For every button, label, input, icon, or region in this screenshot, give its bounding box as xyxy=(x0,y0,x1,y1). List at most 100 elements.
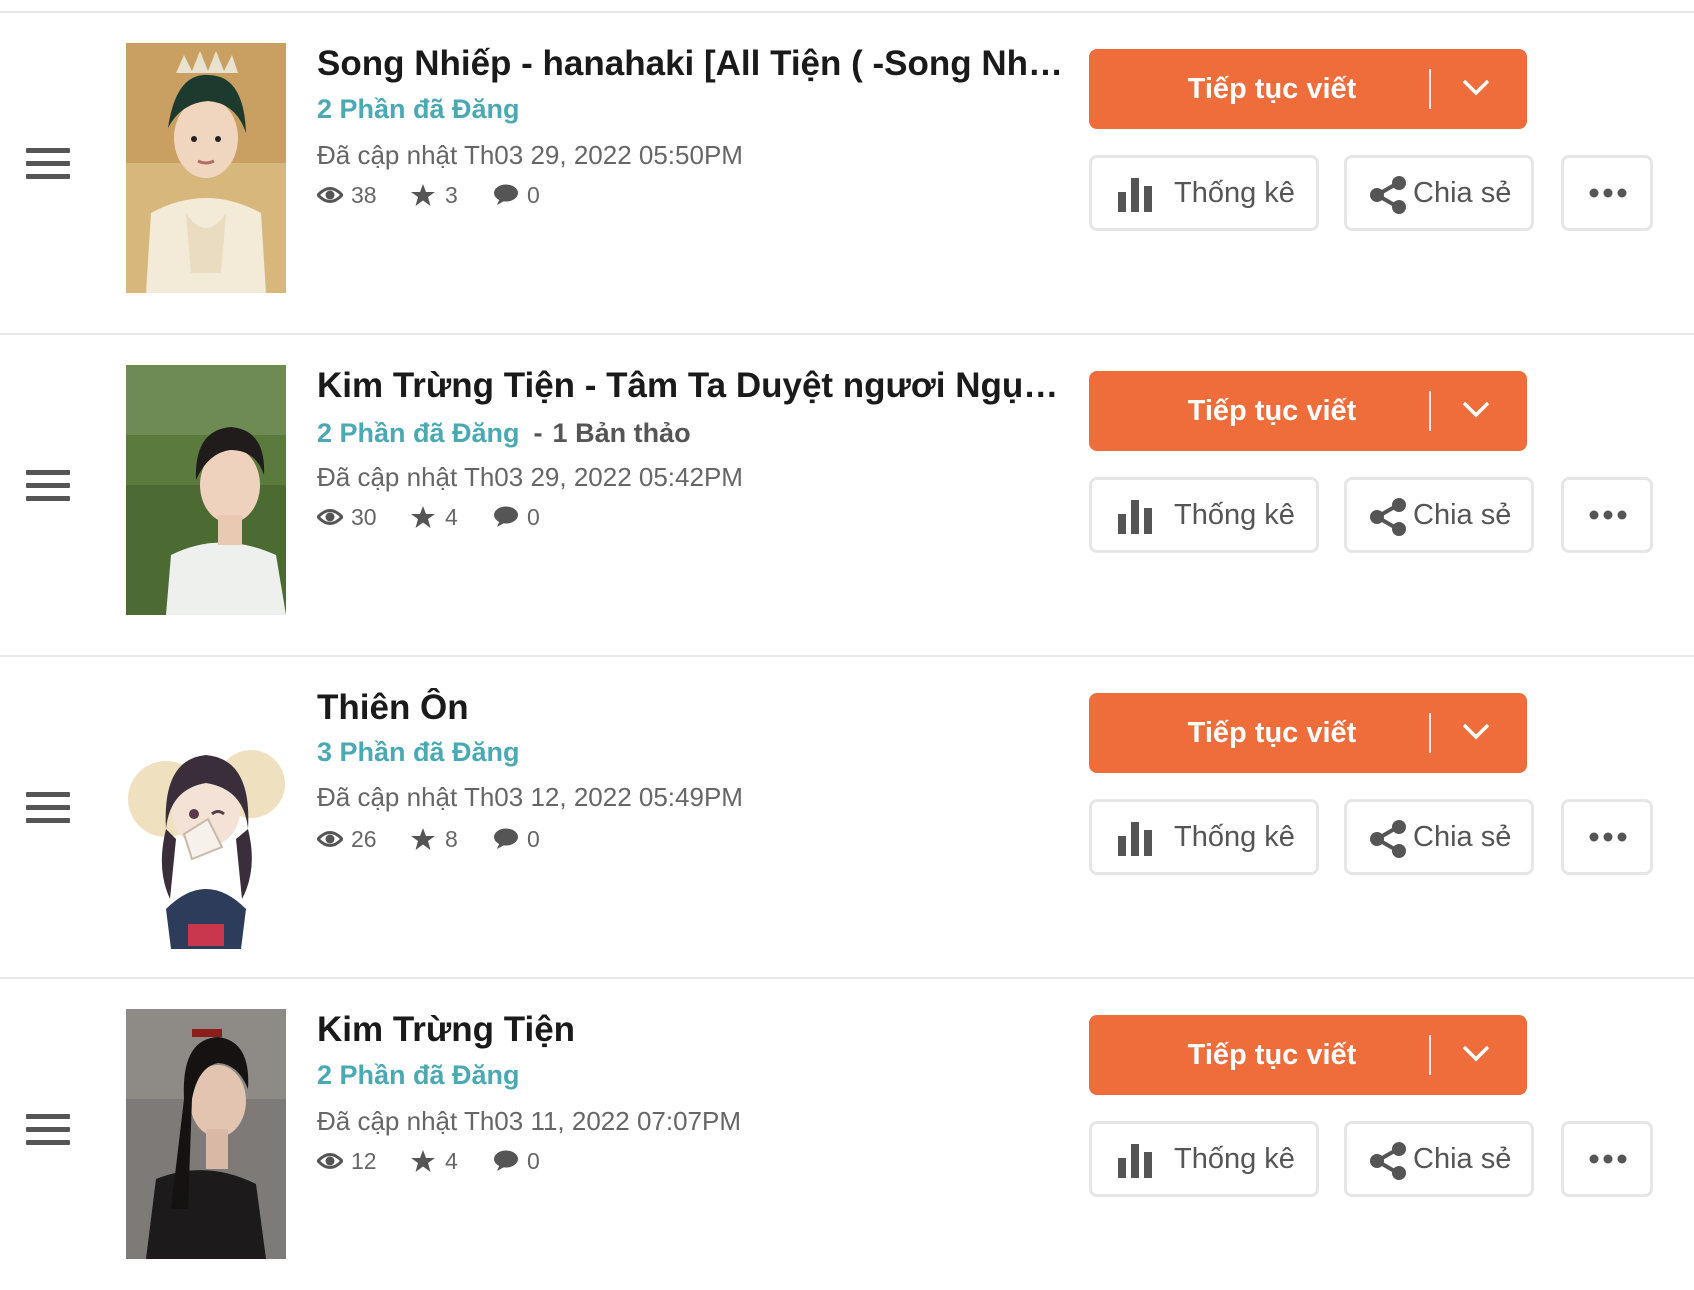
share-button[interactable]: Chia sẻ xyxy=(1344,155,1534,231)
hamburger-icon[interactable] xyxy=(26,148,70,184)
eye-icon xyxy=(317,1153,343,1169)
published-parts-link[interactable]: 3 Phần đã Đăng xyxy=(317,737,520,767)
parts-line: 2 Phần đã Đăng -1 Bản thảo xyxy=(317,418,691,449)
story-title[interactable]: Thiên Ôn xyxy=(317,688,1072,728)
bar-chart-icon xyxy=(1118,178,1152,212)
votes-count: 4 xyxy=(445,1148,458,1174)
share-button[interactable]: Chia sẻ xyxy=(1344,1121,1534,1197)
parts-line: 2 Phần đã Đăng xyxy=(317,94,520,125)
continue-writing-button[interactable]: Tiếp tục viết xyxy=(1089,49,1527,129)
share-button[interactable]: Chia sẻ xyxy=(1344,477,1534,553)
views-count: 26 xyxy=(351,826,377,852)
share-label: Chia sẻ xyxy=(1413,821,1512,853)
stats-button[interactable]: Thống kê xyxy=(1089,799,1319,875)
comment-icon xyxy=(494,828,518,849)
star-icon xyxy=(411,184,435,206)
bar-chart-icon xyxy=(1118,822,1152,856)
ellipsis-icon xyxy=(1589,832,1627,842)
stats-label: Thống kê xyxy=(1174,499,1295,531)
drafts-link[interactable]: 1 Bản thảo xyxy=(553,418,691,448)
story-cover[interactable] xyxy=(126,43,286,293)
star-icon xyxy=(411,506,435,528)
chevron-down-icon[interactable] xyxy=(1461,399,1491,419)
updated-date: Đã cập nhật Th03 11, 2022 07:07PM xyxy=(317,1106,742,1136)
story-row: Thiên Ôn 3 Phần đã Đăng Đã cập nhật Th03… xyxy=(0,657,1694,979)
continue-writing-button[interactable]: Tiếp tục viết xyxy=(1089,693,1527,773)
bar-chart-icon xyxy=(1118,500,1152,534)
continue-writing-label: Tiếp tục viết xyxy=(1187,1039,1357,1071)
story-row: Kim Trừng Tiện 2 Phần đã Đăng Đã cập nhậ… xyxy=(0,979,1694,1290)
published-parts-link[interactable]: 2 Phần đã Đăng xyxy=(317,1060,520,1090)
votes-count: 8 xyxy=(445,826,458,852)
divider xyxy=(1429,69,1431,109)
comments-count: 0 xyxy=(527,1148,540,1174)
stats-button[interactable]: Thống kê xyxy=(1089,477,1319,553)
hamburger-icon[interactable] xyxy=(26,470,70,506)
published-parts-link[interactable]: 2 Phần đã Đăng xyxy=(317,418,520,448)
star-icon xyxy=(411,1150,435,1172)
eye-icon xyxy=(317,187,343,203)
more-options-button[interactable] xyxy=(1561,477,1653,553)
ellipsis-icon xyxy=(1589,510,1627,520)
comment-icon xyxy=(494,1150,518,1171)
share-icon xyxy=(1370,176,1406,214)
ellipsis-icon xyxy=(1589,188,1627,198)
share-button[interactable]: Chia sẻ xyxy=(1344,799,1534,875)
divider xyxy=(1429,713,1431,753)
bar-chart-icon xyxy=(1118,1144,1152,1178)
continue-writing-label: Tiếp tục viết xyxy=(1187,717,1357,749)
share-label: Chia sẻ xyxy=(1413,1143,1512,1175)
share-icon xyxy=(1370,498,1406,536)
story-title[interactable]: Kim Trừng Tiện xyxy=(317,1010,1072,1050)
more-options-button[interactable] xyxy=(1561,155,1653,231)
story-cover[interactable] xyxy=(126,365,286,615)
more-options-button[interactable] xyxy=(1561,799,1653,875)
published-parts-link[interactable]: 2 Phần đã Đăng xyxy=(317,94,520,124)
stats-label: Thống kê xyxy=(1174,821,1295,853)
comment-icon xyxy=(494,506,518,527)
continue-writing-button[interactable]: Tiếp tục viết xyxy=(1089,371,1527,451)
story-cover[interactable] xyxy=(126,719,286,969)
story-title[interactable]: Kim Trừng Tiện - Tâm Ta Duyệt ngươi Ngụy… xyxy=(317,366,1072,406)
views-count: 38 xyxy=(351,182,377,208)
hamburger-icon[interactable] xyxy=(26,1114,70,1150)
comments-count: 0 xyxy=(527,826,540,852)
eye-icon xyxy=(317,509,343,525)
stats-button[interactable]: Thống kê xyxy=(1089,155,1319,231)
updated-date: Đã cập nhật Th03 29, 2022 05:50PM xyxy=(317,140,743,170)
updated-date: Đã cập nhật Th03 12, 2022 05:49PM xyxy=(317,782,743,812)
share-label: Chia sẻ xyxy=(1413,499,1512,531)
share-icon xyxy=(1370,1142,1406,1180)
chevron-down-icon[interactable] xyxy=(1461,1043,1491,1063)
divider xyxy=(1429,1035,1431,1075)
ellipsis-icon xyxy=(1589,1154,1627,1164)
stats-label: Thống kê xyxy=(1174,177,1295,209)
story-cover[interactable] xyxy=(126,1009,286,1259)
votes-count: 4 xyxy=(445,504,458,530)
chevron-down-icon[interactable] xyxy=(1461,77,1491,97)
views-count: 12 xyxy=(351,1148,377,1174)
share-icon xyxy=(1370,820,1406,858)
separator: - xyxy=(533,418,543,448)
continue-writing-label: Tiếp tục viết xyxy=(1187,73,1357,105)
chevron-down-icon[interactable] xyxy=(1461,721,1491,741)
story-row: Kim Trừng Tiện - Tâm Ta Duyệt ngươi Ngụy… xyxy=(0,335,1694,657)
story-row: Song Nhiếp - hanahaki [All Tiện ( -Song … xyxy=(0,13,1694,335)
comments-count: 0 xyxy=(527,182,540,208)
continue-writing-button[interactable]: Tiếp tục viết xyxy=(1089,1015,1527,1095)
continue-writing-label: Tiếp tục viết xyxy=(1187,395,1357,427)
share-label: Chia sẻ xyxy=(1413,177,1512,209)
stats-button[interactable]: Thống kê xyxy=(1089,1121,1319,1197)
parts-line: 3 Phần đã Đăng xyxy=(317,737,520,768)
hamburger-icon[interactable] xyxy=(26,792,70,828)
stats-label: Thống kê xyxy=(1174,1143,1295,1175)
divider xyxy=(1429,391,1431,431)
parts-line: 2 Phần đã Đăng xyxy=(317,1060,520,1091)
votes-count: 3 xyxy=(445,182,458,208)
story-list: Song Nhiếp - hanahaki [All Tiện ( -Song … xyxy=(0,0,1694,1290)
comment-icon xyxy=(494,184,518,205)
more-options-button[interactable] xyxy=(1561,1121,1653,1197)
views-count: 30 xyxy=(351,504,377,530)
story-title[interactable]: Song Nhiếp - hanahaki [All Tiện ( -Song … xyxy=(317,44,1072,84)
comments-count: 0 xyxy=(527,504,540,530)
